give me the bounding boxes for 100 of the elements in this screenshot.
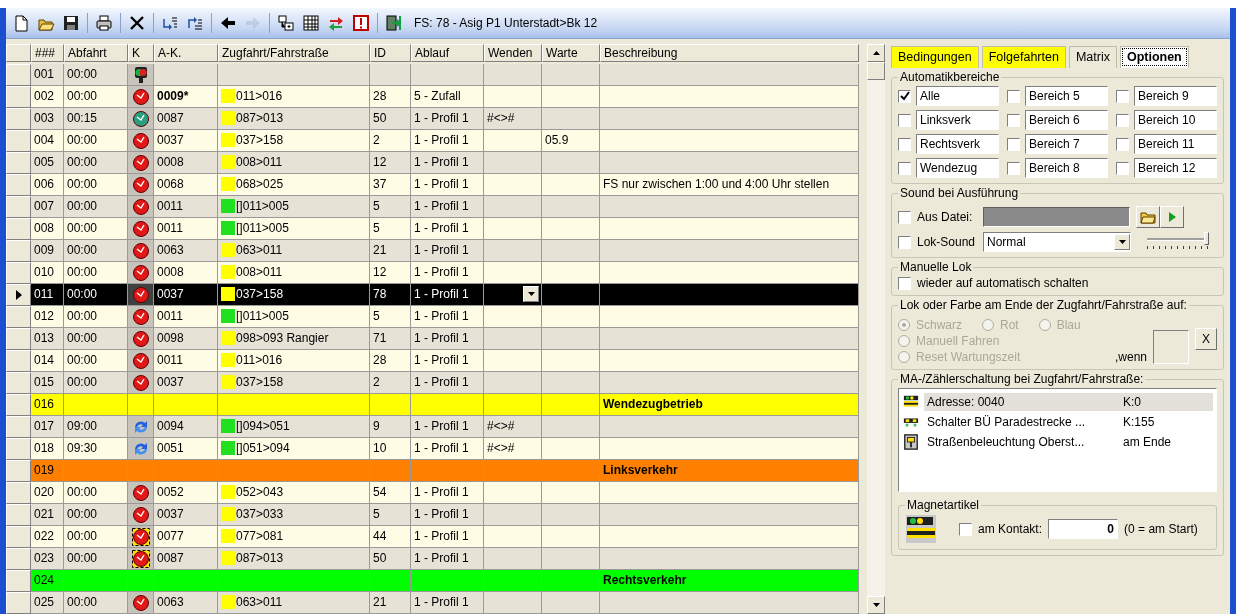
departure-time: 00:00 — [64, 174, 128, 196]
scroll-up-button[interactable] — [867, 44, 885, 62]
table-cell — [484, 526, 542, 548]
caret-icon — [1118, 240, 1126, 244]
list-item[interactable]: Schalter BÜ Paradestrecke ... — [924, 413, 1120, 431]
checkbox[interactable] — [1116, 113, 1129, 127]
block-number: 0037 — [154, 372, 218, 394]
checkbox[interactable] — [898, 137, 911, 151]
toolbar-button[interactable] — [350, 12, 372, 34]
departure-time: 00:00 — [64, 482, 128, 504]
checkbox[interactable] — [898, 276, 911, 290]
table-cell — [542, 218, 600, 240]
area-name-field[interactable]: Bereich 5 — [1025, 86, 1108, 106]
lamp-icon — [902, 434, 920, 450]
column-header[interactable]: A-K. — [154, 44, 218, 62]
route-id: 2 — [370, 372, 411, 394]
profile-name: 1 - Profil 1 — [411, 130, 484, 152]
area-name-field[interactable]: Bereich 11 — [1134, 134, 1217, 154]
file-field[interactable] — [983, 207, 1130, 227]
header-corner[interactable] — [6, 44, 31, 62]
row-number: 009 — [31, 240, 64, 262]
list-item[interactable]: Adresse: 0040 — [924, 393, 1120, 411]
dropdown-button[interactable] — [523, 286, 539, 302]
column-header[interactable]: ### — [31, 44, 64, 62]
checkbox[interactable] — [1116, 161, 1129, 175]
block-number: 0009* — [154, 86, 218, 108]
area-name-field[interactable]: Bereich 10 — [1134, 110, 1217, 130]
route-name: 008>011 — [236, 155, 283, 169]
checkbox[interactable] — [898, 89, 911, 103]
checkbox[interactable] — [898, 235, 911, 249]
checkbox[interactable] — [898, 210, 911, 224]
section-row[interactable]: 019 Linksverkehr — [6, 460, 859, 482]
row-number: 017 — [31, 416, 64, 438]
toolbar-button[interactable] — [275, 12, 297, 34]
row-number: 003 — [31, 108, 64, 130]
profile-name: 1 - Profil 1 — [411, 526, 484, 548]
column-header[interactable]: Wenden — [484, 44, 542, 62]
tab[interactable]: Bedingungen — [891, 46, 979, 68]
color-box[interactable] — [1153, 330, 1189, 364]
checkbox[interactable] — [1007, 113, 1020, 127]
checkbox[interactable] — [1007, 89, 1020, 103]
column-header[interactable]: Warte — [542, 44, 600, 62]
play-button[interactable] — [1160, 206, 1184, 228]
profile-name: 1 - Profil 1 — [411, 174, 484, 196]
sound-dropdown[interactable]: Normal — [983, 232, 1131, 252]
scroll-thumb[interactable] — [867, 62, 885, 80]
route-id: 28 — [370, 86, 411, 108]
column-header[interactable]: Ablauf — [411, 44, 484, 62]
section-row[interactable]: 016 Wendezugbetrieb — [6, 394, 859, 416]
area-name-field[interactable]: Linksverk — [916, 110, 999, 130]
area-name-field[interactable]: Rechtsverk — [916, 134, 999, 154]
switching-list[interactable]: Adresse: 0040 K:0 Schalter BÜ Paradestrecke ... K:155 Straßenbeleuchtung Oberst... am Ende — [898, 388, 1217, 492]
checkbox[interactable] — [959, 522, 972, 536]
table-cell — [542, 306, 600, 328]
table-cell — [542, 372, 600, 394]
column-header[interactable]: Zugfahrt/Fahrstraße — [218, 44, 370, 62]
area-name-field[interactable]: Bereich 8 — [1025, 158, 1108, 178]
block-number: 0094 — [154, 416, 218, 438]
route-id: 78 — [370, 284, 411, 306]
area-name-field[interactable]: Bereich 12 — [1134, 158, 1217, 178]
column-header[interactable]: Abfahrt — [64, 44, 128, 62]
checkbox[interactable] — [1007, 137, 1020, 151]
table-cell — [484, 592, 542, 614]
profile-name: 1 - Profil 1 — [411, 416, 484, 438]
area-name-field[interactable]: Wendezug — [916, 158, 999, 178]
list-item[interactable]: Straßenbeleuchtung Oberst... — [924, 433, 1120, 451]
section-title: Wendezugbetrieb — [600, 394, 859, 416]
departure-time: 00:00 — [64, 262, 128, 284]
table-cell — [542, 86, 600, 108]
volume-slider[interactable] — [1147, 232, 1209, 252]
checkbox[interactable] — [898, 113, 911, 127]
row-header[interactable] — [6, 284, 31, 306]
row-number: 004 — [31, 130, 64, 152]
scrollbar[interactable] — [867, 44, 885, 614]
area-name-field[interactable]: Bereich 7 — [1025, 134, 1108, 154]
area-name-field[interactable]: Alle — [916, 86, 999, 106]
tab[interactable]: Folgefahrten — [981, 46, 1066, 68]
route-name: 037>033 — [236, 507, 284, 521]
checkbox-label: am Kontakt: — [978, 522, 1043, 536]
area-name-field[interactable]: Bereich 9 — [1134, 86, 1217, 106]
column-header[interactable]: K — [128, 44, 154, 62]
section-row[interactable]: 024 Rechtsverkehr — [6, 570, 859, 592]
column-header[interactable]: ID — [370, 44, 411, 62]
checkbox[interactable] — [1116, 89, 1129, 103]
table-cell — [542, 152, 600, 174]
checkbox[interactable] — [1116, 137, 1129, 151]
toolbar-button[interactable] — [93, 12, 115, 34]
column-header[interactable]: Beschreibung — [600, 44, 859, 62]
toolbar-button[interactable] — [300, 12, 322, 34]
table-cell — [484, 64, 542, 86]
area-name-field[interactable]: Bereich 6 — [1025, 110, 1108, 130]
row-number: 018 — [31, 438, 64, 460]
tab[interactable]: Optionen — [1119, 46, 1189, 68]
contact-field[interactable]: 0 — [1048, 519, 1119, 539]
browse-button[interactable] — [1136, 206, 1160, 228]
tab[interactable]: Matrix — [1068, 46, 1117, 68]
scroll-down-button[interactable] — [867, 596, 885, 614]
checkbox[interactable] — [898, 161, 911, 175]
route-name: []011>005 — [236, 221, 289, 235]
checkbox[interactable] — [1007, 161, 1020, 175]
